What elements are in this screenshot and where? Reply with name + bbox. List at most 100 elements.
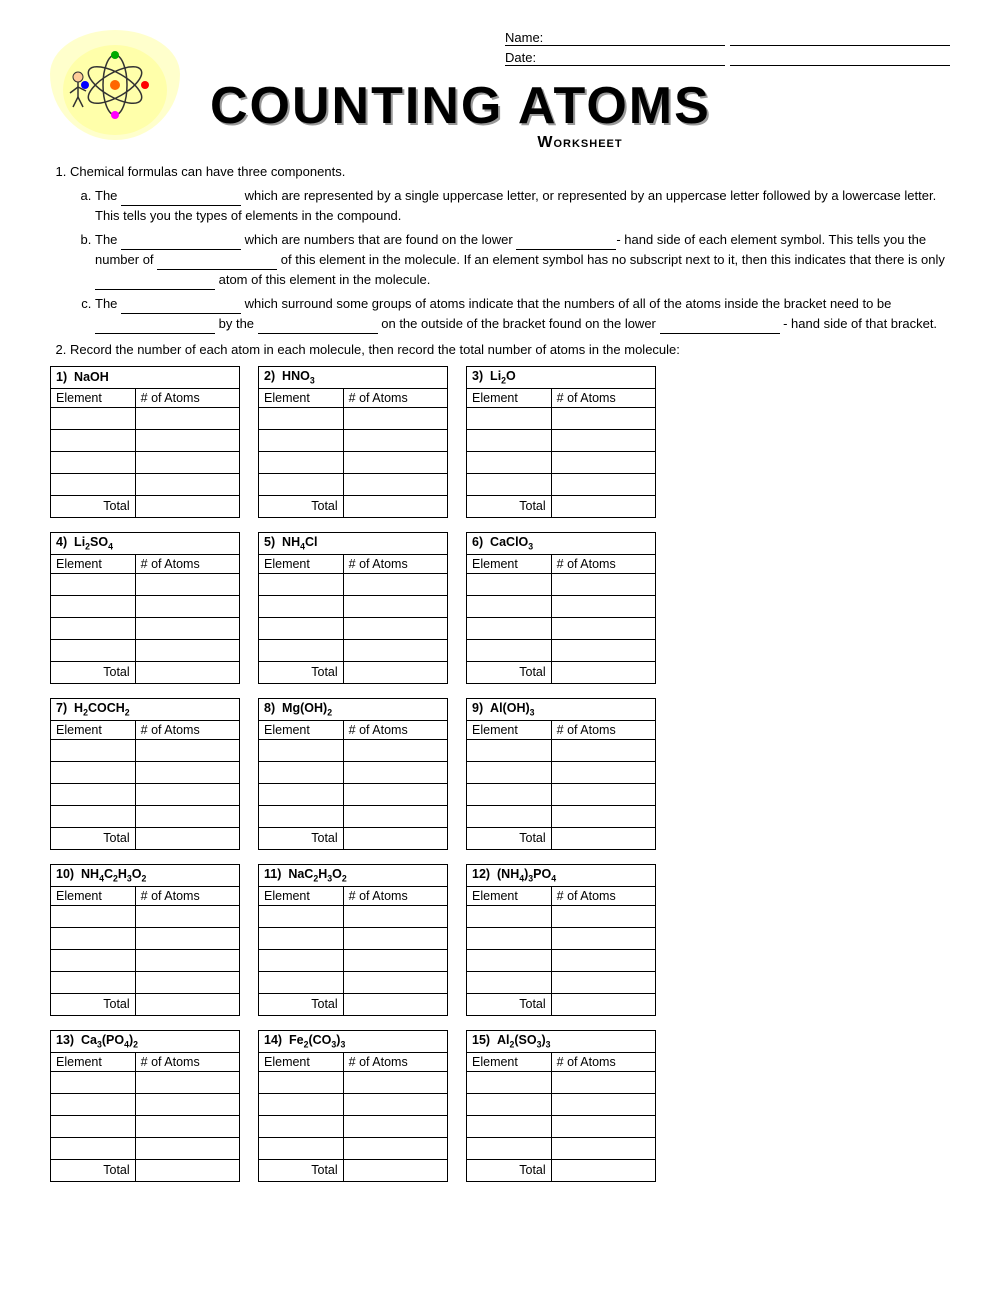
blank-c2	[95, 320, 215, 334]
blank-b4	[95, 276, 215, 290]
table-row	[51, 1071, 240, 1093]
element-cell	[259, 1115, 344, 1137]
table-row	[259, 1071, 448, 1093]
table-row	[259, 639, 448, 661]
element-cell	[467, 927, 552, 949]
atoms-cell	[135, 739, 239, 761]
element-cell	[51, 949, 136, 971]
total-label: Total	[467, 827, 552, 849]
total-label: Total	[259, 1159, 344, 1181]
col-element: Element	[51, 554, 136, 573]
atoms-cell	[135, 949, 239, 971]
table-row	[467, 783, 656, 805]
title-area: Name: Date: COUNTING ATOMS Worksheet	[210, 30, 950, 152]
element-cell	[467, 573, 552, 595]
table-row	[259, 761, 448, 783]
name-date-area: Name: Date:	[505, 30, 950, 70]
table-row	[51, 905, 240, 927]
molecule-table: 6) CaClO3Element# of AtomsTotal	[466, 532, 656, 684]
molecule-table: 3) Li2OElement# of AtomsTotal	[466, 366, 656, 518]
element-cell	[259, 1071, 344, 1093]
total-row: Total	[259, 495, 448, 517]
element-cell	[51, 971, 136, 993]
table-row	[259, 451, 448, 473]
molecule-table: 12) (NH4)3PO4Element# of AtomsTotal	[466, 864, 656, 1016]
col-element: Element	[467, 720, 552, 739]
total-label: Total	[259, 661, 344, 683]
atoms-cell	[343, 949, 447, 971]
total-label: Total	[51, 661, 136, 683]
total-value	[551, 827, 655, 849]
element-cell	[467, 761, 552, 783]
atoms-cell	[343, 1137, 447, 1159]
col-element: Element	[259, 1052, 344, 1071]
table-row	[467, 739, 656, 761]
element-cell	[467, 617, 552, 639]
col-atoms: # of Atoms	[343, 720, 447, 739]
element-cell	[51, 617, 136, 639]
instruction-c: The which surround some groups of atoms …	[95, 294, 950, 334]
total-label: Total	[467, 495, 552, 517]
total-label: Total	[467, 993, 552, 1015]
element-cell	[51, 805, 136, 827]
element-cell	[51, 595, 136, 617]
molecule-table: 13) Ca3(PO4)2Element# of AtomsTotal	[50, 1030, 240, 1182]
element-cell	[259, 927, 344, 949]
table-row	[467, 805, 656, 827]
molecule-table: 11) NaC2H3O2Element# of AtomsTotal	[258, 864, 448, 1016]
element-cell	[467, 1071, 552, 1093]
element-cell	[259, 473, 344, 495]
table-row	[259, 573, 448, 595]
col-element: Element	[467, 1052, 552, 1071]
table-row	[259, 905, 448, 927]
element-cell	[51, 783, 136, 805]
col-element: Element	[51, 720, 136, 739]
table-row	[51, 639, 240, 661]
table-row	[259, 595, 448, 617]
atoms-cell	[551, 473, 655, 495]
atoms-cell	[135, 473, 239, 495]
element-cell	[259, 451, 344, 473]
table-row	[51, 739, 240, 761]
atoms-cell	[343, 805, 447, 827]
table-row	[51, 971, 240, 993]
total-row: Total	[51, 993, 240, 1015]
blank-b3	[157, 256, 277, 270]
element-cell	[259, 573, 344, 595]
atoms-cell	[551, 429, 655, 451]
logo-image	[50, 30, 180, 140]
table-row	[467, 573, 656, 595]
blank-a1	[121, 192, 241, 206]
table-row	[259, 429, 448, 451]
molecule-table: 15) Al2(SO3)3Element# of AtomsTotal	[466, 1030, 656, 1182]
table-row	[467, 617, 656, 639]
atoms-cell	[343, 927, 447, 949]
atoms-cell	[551, 573, 655, 595]
atoms-cell	[551, 971, 655, 993]
table-row	[467, 407, 656, 429]
atoms-cell	[135, 1071, 239, 1093]
tables-row: 1) NaOHElement# of AtomsTotal2) HNO3Elem…	[50, 366, 950, 518]
tables-row: 7) H2COCH2Element# of AtomsTotal8) Mg(OH…	[50, 698, 950, 850]
atoms-cell	[343, 783, 447, 805]
element-cell	[51, 429, 136, 451]
tables-row: 10) NH4C2H3O2Element# of AtomsTotal11) N…	[50, 864, 950, 1016]
atoms-cell	[135, 1093, 239, 1115]
table-row	[51, 573, 240, 595]
col-element: Element	[259, 886, 344, 905]
table-row	[51, 783, 240, 805]
atoms-cell	[343, 407, 447, 429]
total-label: Total	[467, 661, 552, 683]
table-row	[259, 739, 448, 761]
element-cell	[467, 971, 552, 993]
atoms-cell	[135, 783, 239, 805]
molecule-table: 14) Fe2(CO3)3Element# of AtomsTotal	[258, 1030, 448, 1182]
element-cell	[467, 739, 552, 761]
molecule-table: 2) HNO3Element# of AtomsTotal	[258, 366, 448, 518]
col-atoms: # of Atoms	[135, 554, 239, 573]
table-row	[51, 429, 240, 451]
atoms-cell	[343, 639, 447, 661]
element-cell	[51, 1115, 136, 1137]
date-field	[730, 50, 950, 66]
element-cell	[259, 639, 344, 661]
